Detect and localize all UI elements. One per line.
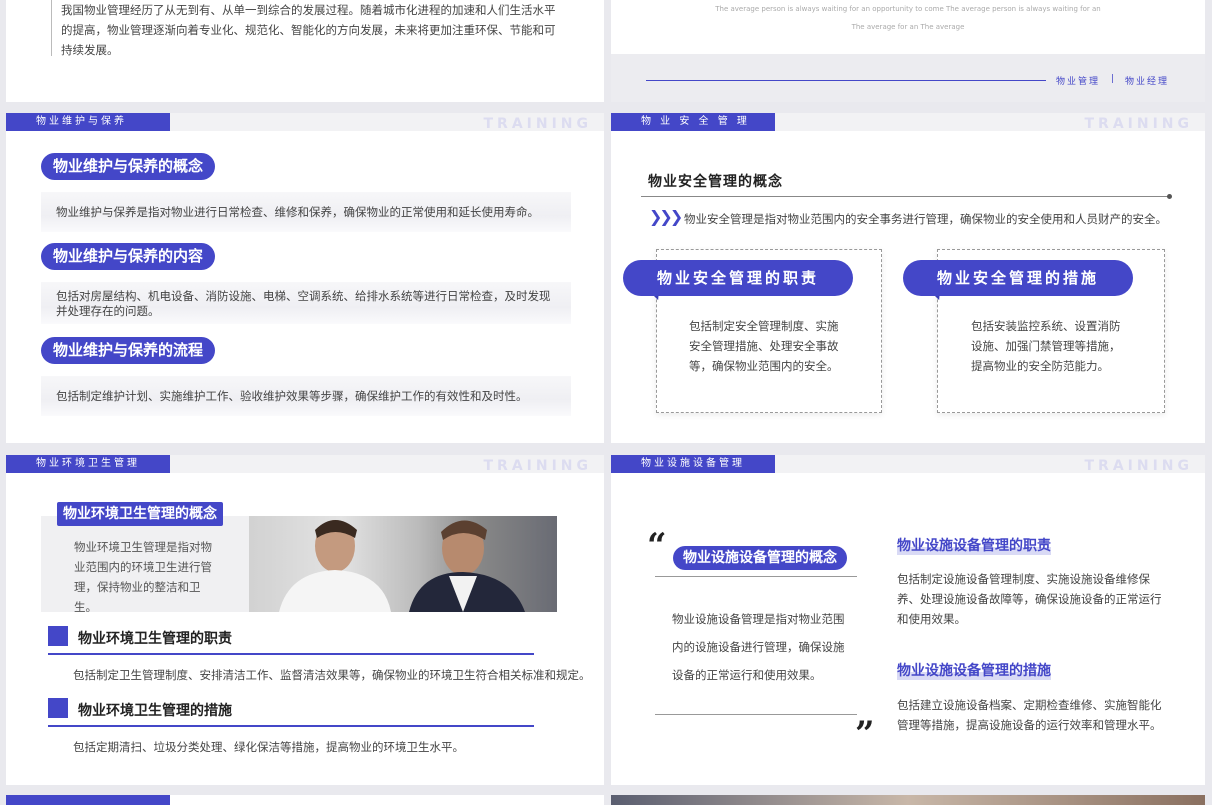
slide-next-right-partial <box>611 795 1205 805</box>
maintenance-concept-title: 物业维护与保养的概念 <box>41 153 216 180</box>
slide-header: 物 业 安 全 管 理 TRAINING <box>611 113 1205 132</box>
maintenance-concept-text: 物业维护与保养是指对物业进行日常检查、维修和保养，确保物业的正常使用和延长使用寿… <box>41 192 571 232</box>
duty-card-title: 物业安全管理的职责 <box>623 260 853 296</box>
facilities-measure-title: 物业设施设备管理的措施 <box>897 660 1051 680</box>
concept-bottom-line <box>655 714 857 715</box>
security-title: 物业安全管理的概念 <box>648 174 783 190</box>
duty-card-text: 包括制定安全管理制度、实施安全管理措施、处理安全事故等，确保物业范围内的安全。 <box>689 319 839 373</box>
measure-square-icon <box>48 698 68 718</box>
watermark: TRAINING <box>1084 458 1193 474</box>
sanitation-duty-text: 包括制定卫生管理制度、安排清洁工作、监督清洁效果等，确保物业的环境卫生符合相关标… <box>73 668 591 682</box>
facilities-duty-text: 包括制定设施设备管理制度、实施设施设备维修保养、处理设施设备故障等，确保设施设备… <box>897 572 1162 626</box>
duty-square-icon <box>48 626 68 646</box>
duty-underline <box>48 653 534 655</box>
watermark: TRAINING <box>483 116 592 132</box>
footer-separator: | <box>1111 74 1115 84</box>
facilities-duty-title: 物业设施设备管理的职责 <box>897 535 1051 555</box>
english-line-2: The average for an The average <box>851 23 965 31</box>
facilities-concept-title: 物业设施设备管理的概念 <box>673 546 847 570</box>
maintenance-process-text: 包括制定维护计划、实施维护工作、验收维护效果等步骤，确保维护工作的有效性和及时性… <box>41 376 571 416</box>
header-tag: 物业环境卫生管理 <box>6 455 170 473</box>
sanitation-duty-title: 物业环境卫生管理的职责 <box>78 631 232 647</box>
footer-tag-property: 物业管理 <box>1056 77 1101 87</box>
maintenance-content-text: 包括对房屋结构、机电设备、消防设施、电梯、空调系统、给排水系统等进行日常检查，及… <box>41 282 571 324</box>
measure-underline <box>48 725 534 727</box>
chevrons-icon: ❯❯❯ <box>649 207 683 226</box>
sanitation-measure-text: 包括定期清扫、垃圾分类处理、绿化保洁等措施，提高物业的环境卫生水平。 <box>73 740 464 754</box>
footer-band <box>611 54 1205 102</box>
slide-facilities: 物业设施设备管理 TRAINING “ 物业设施设备管理的概念 物业设施设备管理… <box>611 455 1205 785</box>
slide-header: 物业环境卫生管理 TRAINING <box>6 455 604 474</box>
watermark: TRAINING <box>1084 116 1193 132</box>
slide-header: 物业设施设备管理 TRAINING <box>611 455 1205 474</box>
measure-card-text: 包括安装监控系统、设置消防设施、加强门禁管理等措施，提高物业的安全防范能力。 <box>971 319 1121 373</box>
open-quote-icon: “ <box>647 526 667 566</box>
header-tag: 物 业 安 全 管 理 <box>611 113 775 131</box>
partial-header-tag <box>6 795 170 805</box>
slide-security: 物 业 安 全 管 理 TRAINING 物业安全管理的概念 ❯❯❯ 物业安全管… <box>611 113 1205 443</box>
slide-header: 物业维护与保养 TRAINING <box>6 113 604 132</box>
slide-history: 我国物业管理经历了从无到有、从单一到综合的发展过程。随着城市化进程的加速和人们生… <box>6 0 604 102</box>
footer-tag-manager: 物业经理 <box>1125 77 1170 87</box>
facilities-measure-text: 包括建立设施设备档案、定期检查维修、实施智能化管理等措施，提高设施设备的运行效率… <box>897 698 1162 732</box>
header-tag: 物业设施设备管理 <box>611 455 775 473</box>
intro-text: 我国物业管理经历了从无到有、从单一到综合的发展过程。随着城市化进程的加速和人们生… <box>61 3 556 57</box>
slide-ending: The average person is always waiting for… <box>611 0 1205 102</box>
facilities-concept-text: 物业设施设备管理是指对物业范围内的设施设备进行管理，确保设施设备的正常运行和使用… <box>672 612 845 682</box>
sanitation-measure-title: 物业环境卫生管理的措施 <box>78 703 232 719</box>
maintenance-content-title: 物业维护与保养的内容 <box>41 243 216 270</box>
intro-divider <box>51 0 52 56</box>
measure-card-title: 物业安全管理的措施 <box>903 260 1133 296</box>
slide-next-left-partial <box>6 795 604 805</box>
english-line-1: The average person is always waiting for… <box>715 5 1101 13</box>
security-concept-text: 物业安全管理是指对物业范围内的安全事务进行管理，确保物业的安全使用和人员财产的安… <box>684 212 1167 226</box>
close-quote-icon: ” <box>855 714 875 754</box>
footer-line <box>646 80 1046 81</box>
maintenance-process-title: 物业维护与保养的流程 <box>41 337 216 364</box>
title-underline <box>641 196 1169 197</box>
sanitation-concept-text: 物业环境卫生管理是指对物业范围内的环境卫生进行管理，保持物业的整洁和卫生。 <box>74 540 212 614</box>
underline-dot <box>1167 194 1172 199</box>
concept-top-line <box>655 576 857 577</box>
slide-maintenance: 物业维护与保养 TRAINING 物业维护与保养的概念 物业维护与保养是指对物业… <box>6 113 604 443</box>
slide-sanitation: 物业环境卫生管理 TRAINING 物业环境卫生管理的概念 物业环境卫生管理是指… <box>6 455 604 785</box>
sanitation-concept-title: 物业环境卫生管理的概念 <box>57 502 223 526</box>
watermark: TRAINING <box>483 458 592 474</box>
business-photo <box>249 516 557 612</box>
header-tag: 物业维护与保养 <box>6 113 170 131</box>
